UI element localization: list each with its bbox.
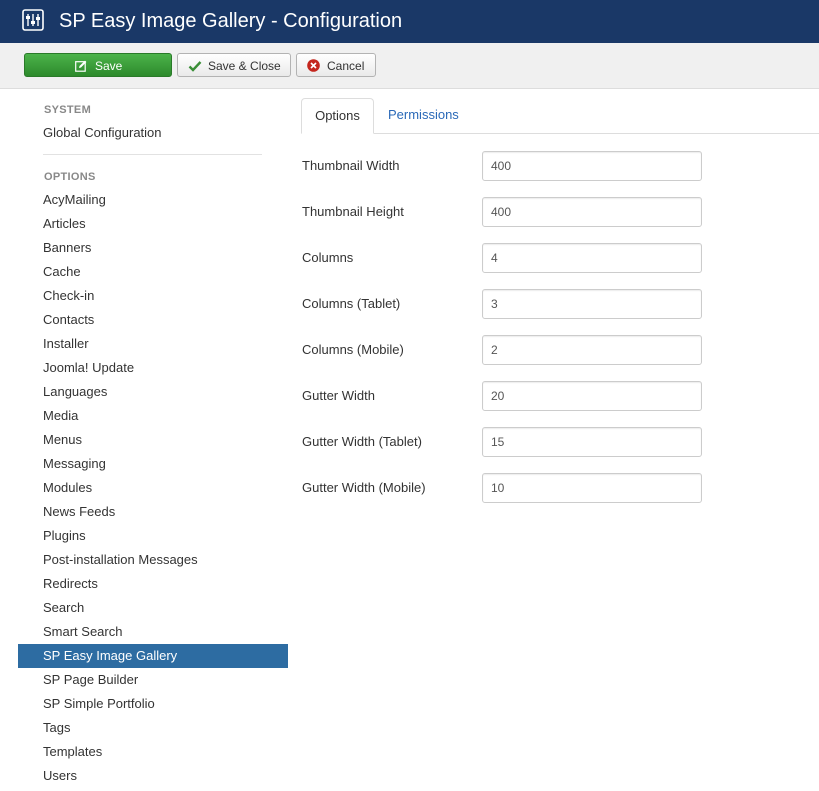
- header-bar: SP Easy Image Gallery - Configuration: [0, 0, 819, 43]
- close-circle-icon: [307, 59, 320, 72]
- sidebar-item-smart-search[interactable]: Smart Search: [18, 620, 288, 644]
- sidebar-item-check-in[interactable]: Check-in: [18, 284, 288, 308]
- columns-tablet-label: Columns (Tablet): [302, 296, 401, 311]
- sidebar-divider: [43, 154, 262, 155]
- columns-mobile-label: Columns (Mobile): [302, 342, 404, 357]
- save-close-button[interactable]: Save & Close: [177, 53, 291, 77]
- sidebar-section-options: OPTIONS: [44, 171, 96, 183]
- cancel-button-label: Cancel: [327, 59, 365, 73]
- columns-label: Columns: [302, 250, 354, 265]
- tab-bar-border: [301, 133, 819, 134]
- columns-mobile-input[interactable]: [482, 335, 702, 365]
- sidebar-item-redirects[interactable]: Redirects: [18, 572, 288, 596]
- thumbnail-height-label: Thumbnail Height: [302, 204, 404, 219]
- tab-bar: Options Permissions: [301, 98, 819, 134]
- thumbnail-width-input[interactable]: [482, 151, 702, 181]
- gutter-width-tablet-label: Gutter Width (Tablet): [302, 434, 422, 449]
- checkmark-icon: [188, 61, 202, 72]
- tab-permissions[interactable]: Permissions: [388, 98, 459, 134]
- cancel-button[interactable]: Cancel: [296, 53, 376, 77]
- sidebar-item-templates[interactable]: Templates: [18, 740, 288, 764]
- sidebar-item-contacts[interactable]: Contacts: [18, 308, 288, 332]
- gutter-width-mobile-label: Gutter Width (Mobile): [302, 480, 426, 495]
- edit-icon: [75, 60, 87, 72]
- sidebar-item-articles[interactable]: Articles: [18, 212, 288, 236]
- sidebar-item-global-configuration[interactable]: Global Configuration: [18, 121, 288, 145]
- sidebar-item-news-feeds[interactable]: News Feeds: [18, 500, 288, 524]
- save-button-label: Save: [95, 59, 123, 73]
- sidebar-item-menus[interactable]: Menus: [18, 428, 288, 452]
- sidebar-item-installer[interactable]: Installer: [18, 332, 288, 356]
- page-title: SP Easy Image Gallery - Configuration: [59, 10, 403, 32]
- sidebar-item-messaging[interactable]: Messaging: [18, 452, 288, 476]
- sidebar-item-banners[interactable]: Banners: [18, 236, 288, 260]
- sliders-icon: [22, 9, 44, 31]
- columns-tablet-input[interactable]: [482, 289, 702, 319]
- sidebar-item-media[interactable]: Media: [18, 404, 288, 428]
- gutter-width-input[interactable]: [482, 381, 702, 411]
- columns-input[interactable]: [482, 243, 702, 273]
- sidebar-item-sp-page-builder[interactable]: SP Page Builder: [18, 668, 288, 692]
- sidebar-item-acymailing[interactable]: AcyMailing: [18, 188, 288, 212]
- sidebar: SYSTEM Global Configuration OPTIONS AcyM…: [0, 88, 290, 791]
- gutter-width-mobile-input[interactable]: [482, 473, 702, 503]
- sidebar-item-cache[interactable]: Cache: [18, 260, 288, 284]
- save-button[interactable]: Save: [24, 53, 172, 77]
- sidebar-section-system: SYSTEM: [44, 104, 92, 116]
- toolbar: Save Save & Close Cancel: [0, 43, 819, 89]
- sidebar-item-plugins[interactable]: Plugins: [18, 524, 288, 548]
- sidebar-item-sp-easy-image-gallery[interactable]: SP Easy Image Gallery: [18, 644, 288, 668]
- thumbnail-width-label: Thumbnail Width: [302, 158, 400, 173]
- gutter-width-tablet-input[interactable]: [482, 427, 702, 457]
- sidebar-item-post-installation-messages[interactable]: Post-installation Messages: [18, 548, 288, 572]
- sidebar-item-sp-simple-portfolio[interactable]: SP Simple Portfolio: [18, 692, 288, 716]
- sidebar-item-modules[interactable]: Modules: [18, 476, 288, 500]
- save-close-button-label: Save & Close: [208, 59, 281, 73]
- sidebar-item-search[interactable]: Search: [18, 596, 288, 620]
- sidebar-item-joomla-update[interactable]: Joomla! Update: [18, 356, 288, 380]
- thumbnail-height-input[interactable]: [482, 197, 702, 227]
- sidebar-item-tags[interactable]: Tags: [18, 716, 288, 740]
- tab-options[interactable]: Options: [301, 98, 374, 134]
- sidebar-item-languages[interactable]: Languages: [18, 380, 288, 404]
- sidebar-item-users[interactable]: Users: [18, 764, 288, 788]
- gutter-width-label: Gutter Width: [302, 388, 375, 403]
